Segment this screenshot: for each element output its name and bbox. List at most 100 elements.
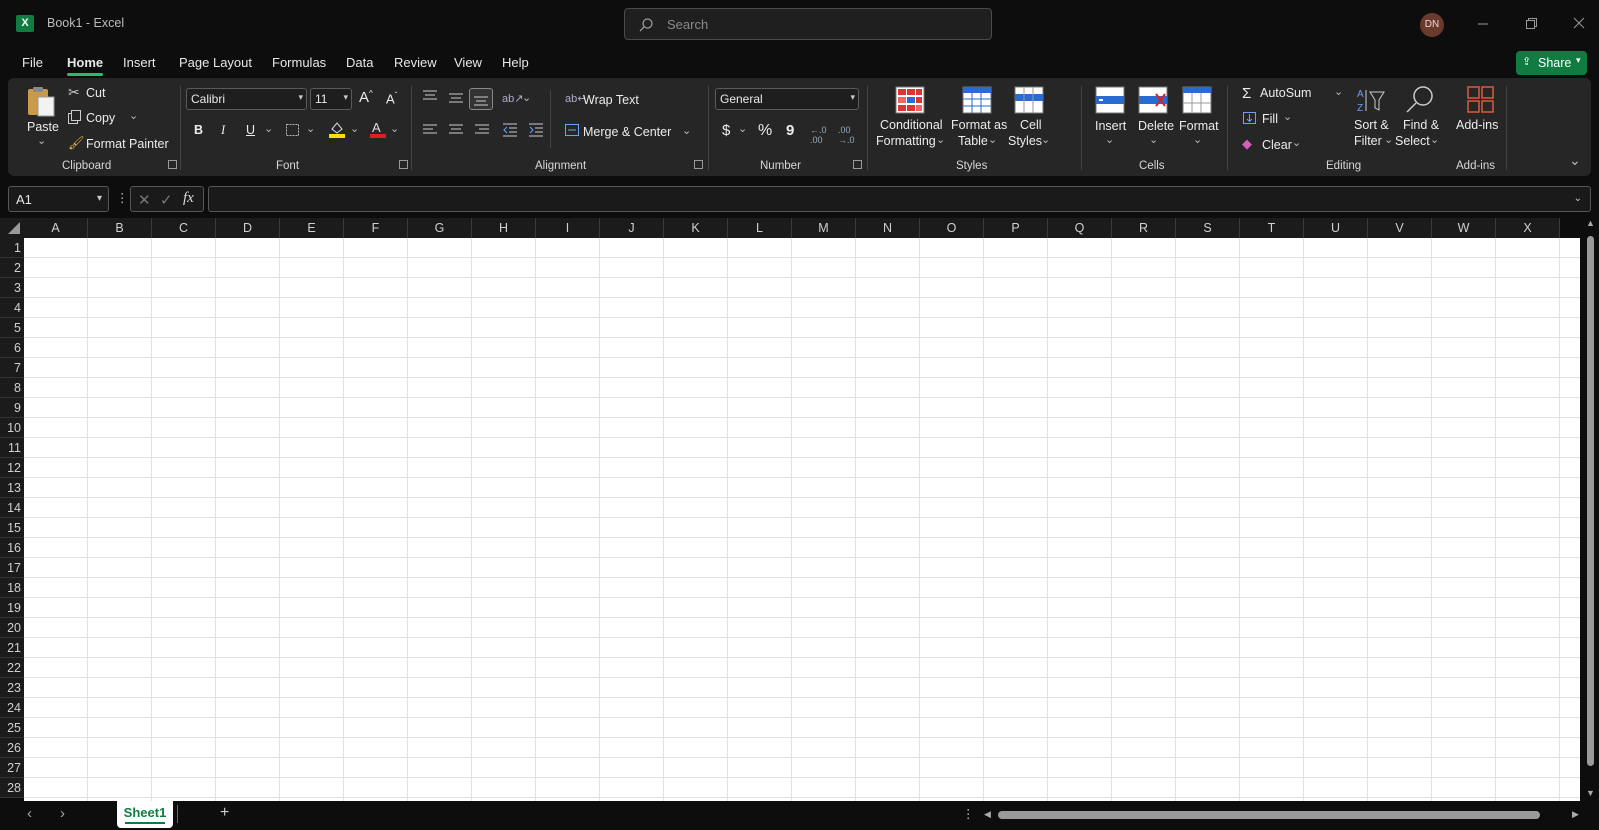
insert-cells-button[interactable]: Insert — [1095, 119, 1126, 133]
fill-button[interactable]: Fill — [1262, 112, 1278, 126]
prev-sheet-icon[interactable]: ‹ — [27, 805, 32, 822]
column-header[interactable]: X — [1496, 218, 1560, 238]
row-header[interactable]: 19 — [0, 598, 24, 618]
increase-decimal-icon[interactable]: ←.0.00 — [810, 125, 827, 145]
row-header[interactable]: 5 — [0, 318, 24, 338]
autosum-button[interactable]: AutoSum — [1260, 86, 1311, 100]
delete-cells-button[interactable]: Delete — [1138, 119, 1174, 133]
tab-review[interactable]: Review — [394, 55, 437, 70]
align-top-icon[interactable] — [422, 90, 438, 102]
tab-formulas[interactable]: Formulas — [272, 55, 326, 70]
chevron-down-icon[interactable]: ⌄ — [1193, 133, 1202, 146]
chevron-down-icon[interactable]: ⌄ — [1041, 133, 1050, 146]
ribbon-collapse-icon[interactable]: ⌄ — [1569, 152, 1581, 169]
vertical-scroll-thumb[interactable] — [1587, 236, 1594, 766]
share-button[interactable]: ⇪ Share ▾ — [1516, 51, 1587, 75]
chevron-down-icon[interactable]: ⌄ — [1384, 133, 1393, 146]
row-header[interactable]: 18 — [0, 578, 24, 598]
chevron-down-icon[interactable]: ⌄ — [1292, 136, 1301, 149]
tab-file[interactable]: File — [22, 55, 43, 70]
row-header[interactable]: 7 — [0, 358, 24, 378]
chevron-down-icon[interactable]: ⌄ — [738, 122, 747, 135]
dialog-launcher-icon[interactable] — [168, 160, 177, 169]
chevron-down-icon[interactable]: ⌄ — [129, 109, 138, 122]
column-header[interactable]: M — [792, 218, 856, 238]
row-header[interactable]: 9 — [0, 398, 24, 418]
column-header[interactable]: I — [536, 218, 600, 238]
row-header[interactable]: 23 — [0, 678, 24, 698]
format-cells-button[interactable]: Format — [1179, 119, 1219, 133]
chevron-down-icon[interactable]: ⌄ — [350, 122, 359, 135]
scroll-up-icon[interactable]: ▲ — [1586, 218, 1595, 228]
horizontal-scroll-thumb[interactable] — [998, 811, 1540, 819]
row-header[interactable]: 16 — [0, 538, 24, 558]
row-header[interactable]: 22 — [0, 658, 24, 678]
row-header[interactable]: 24 — [0, 698, 24, 718]
column-header[interactable]: T — [1240, 218, 1304, 238]
scroll-down-icon[interactable]: ▼ — [1586, 788, 1595, 798]
column-header[interactable]: Q — [1048, 218, 1112, 238]
row-header[interactable]: 14 — [0, 498, 24, 518]
minimize-icon[interactable] — [1472, 12, 1496, 36]
column-header[interactable]: D — [216, 218, 280, 238]
row-header[interactable]: 27 — [0, 758, 24, 778]
sheet-tab-sheet1[interactable]: Sheet1 — [117, 801, 173, 828]
chevron-down-icon[interactable]: ⌄ — [37, 134, 46, 147]
chevron-down-icon[interactable]: ⌄ — [390, 122, 399, 135]
search-box[interactable]: Search — [624, 8, 992, 40]
column-header[interactable]: W — [1432, 218, 1496, 238]
italic-button[interactable]: I — [221, 123, 225, 138]
decrease-decimal-icon[interactable]: .00 →.0 — [838, 125, 855, 145]
decrease-indent-icon[interactable] — [502, 123, 518, 137]
increase-indent-icon[interactable] — [528, 123, 544, 137]
borders-icon[interactable] — [285, 123, 301, 137]
column-header[interactable]: N — [856, 218, 920, 238]
font-color-icon[interactable]: A — [369, 120, 387, 138]
column-header[interactable]: A — [24, 218, 88, 238]
chevron-down-icon[interactable]: ⌄ — [1149, 133, 1158, 146]
vertical-scrollbar[interactable]: ▲ ▼ — [1582, 218, 1599, 801]
currency-button[interactable]: $ — [722, 122, 730, 139]
column-header[interactable]: C — [152, 218, 216, 238]
row-header[interactable]: 28 — [0, 778, 24, 798]
merge-center-button[interactable]: Merge & Center — [583, 125, 671, 139]
chevron-down-icon[interactable]: ⌄ — [264, 122, 273, 135]
chevron-down-icon[interactable]: ⌄ — [988, 133, 997, 146]
bold-button[interactable]: B — [194, 123, 203, 137]
select-all-button[interactable] — [0, 218, 24, 238]
column-header[interactable]: E — [280, 218, 344, 238]
align-right-icon[interactable] — [474, 124, 490, 136]
tab-insert[interactable]: Insert — [123, 55, 156, 70]
align-middle-icon[interactable] — [448, 92, 464, 104]
column-header[interactable]: P — [984, 218, 1048, 238]
row-header[interactable]: 12 — [0, 458, 24, 478]
dialog-launcher-icon[interactable] — [694, 160, 703, 169]
formula-input[interactable]: ⌄ — [208, 186, 1591, 212]
enter-entry-icon[interactable]: ✓ — [160, 191, 173, 209]
column-header[interactable]: F — [344, 218, 408, 238]
scroll-right-icon[interactable]: ▶ — [1572, 809, 1579, 820]
copy-button[interactable]: Copy — [86, 111, 115, 125]
row-header[interactable]: 17 — [0, 558, 24, 578]
row-header[interactable]: 26 — [0, 738, 24, 758]
column-header[interactable]: S — [1176, 218, 1240, 238]
wrap-text-button[interactable]: Wrap Text — [583, 93, 639, 107]
align-center-icon[interactable] — [448, 124, 464, 136]
row-header[interactable]: 6 — [0, 338, 24, 358]
close-icon[interactable] — [1568, 12, 1592, 36]
chevron-down-icon[interactable]: ▾ — [97, 193, 102, 204]
chevron-down-icon[interactable]: ⌄ — [522, 91, 531, 104]
row-header[interactable]: 3 — [0, 278, 24, 298]
font-name-select[interactable]: Calibri ▾ — [186, 88, 307, 110]
row-header[interactable]: 20 — [0, 618, 24, 638]
expand-formula-icon[interactable]: ⌄ — [1574, 193, 1582, 204]
next-sheet-icon[interactable]: › — [60, 805, 65, 822]
fill-color-icon[interactable] — [328, 120, 346, 138]
conditional-formatting-button[interactable]: Conditional — [880, 118, 943, 132]
insert-function-button[interactable]: fx — [183, 190, 194, 207]
dialog-launcher-icon[interactable] — [399, 160, 408, 169]
row-header[interactable]: 11 — [0, 438, 24, 458]
orientation-icon[interactable]: ab↗ — [502, 92, 523, 105]
tab-help[interactable]: Help — [502, 55, 529, 70]
row-header[interactable]: 1 — [0, 238, 24, 258]
